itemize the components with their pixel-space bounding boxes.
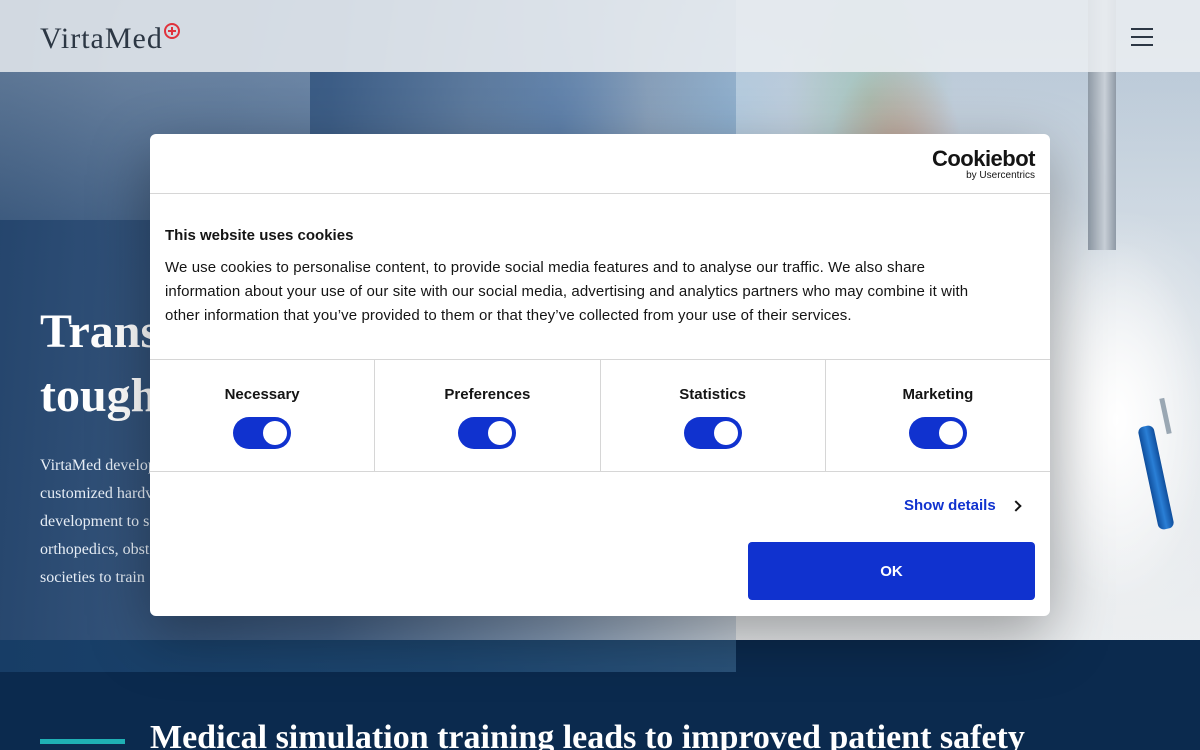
- chevron-right-icon: [1010, 499, 1022, 512]
- show-details-link[interactable]: Show details: [904, 497, 1022, 514]
- cookiebot-logo[interactable]: Cookiebot by Usercentrics: [931, 146, 1036, 182]
- dialog-header: Cookiebot by Usercentrics: [150, 134, 1050, 194]
- logo-word-med: Med: [104, 22, 163, 55]
- category-preferences: Preferences: [375, 360, 601, 471]
- virtamed-logo[interactable]: VirtaMed: [40, 22, 180, 56]
- section-title: Medical simulation training leads to imp…: [150, 719, 1025, 750]
- category-marketing: Marketing: [826, 360, 1050, 471]
- marketing-toggle[interactable]: [908, 417, 967, 449]
- cookie-consent-dialog: Cookiebot by Usercentrics This website u…: [150, 134, 1050, 616]
- menu-bar: [1131, 36, 1153, 38]
- dialog-body: We use cookies to personalise content, t…: [165, 256, 1035, 328]
- dialog-body-line: other information that you’ve provided t…: [165, 307, 852, 324]
- dialog-body-line: We use cookies to personalise content, t…: [165, 259, 926, 276]
- category-label: Marketing: [902, 386, 974, 403]
- toggle-knob: [938, 421, 963, 445]
- site-header: VirtaMed: [0, 0, 1200, 72]
- menu-bar: [1131, 28, 1153, 30]
- category-label: Preferences: [444, 386, 531, 403]
- cookiebot-subtitle: by Usercentrics: [966, 170, 1035, 181]
- cookiebot-name: Cookiebot: [931, 146, 1036, 171]
- toggle-knob: [263, 421, 288, 445]
- logo-wordmark: VirtaMed: [40, 22, 163, 56]
- preferences-toggle[interactable]: [458, 417, 517, 449]
- necessary-toggle[interactable]: [233, 417, 292, 449]
- toggle-knob: [488, 421, 513, 445]
- category-statistics: Statistics: [601, 360, 826, 471]
- toggle-knob: [713, 421, 738, 445]
- hamburger-menu-icon[interactable]: [1131, 28, 1157, 50]
- ok-button[interactable]: OK: [748, 542, 1035, 600]
- menu-bar: [1131, 44, 1153, 46]
- cookie-categories: Necessary Preferences Statistics Marketi…: [150, 359, 1050, 472]
- logo-word-virta: Virta: [40, 22, 105, 55]
- show-details-label: Show details: [904, 497, 996, 514]
- section-accent-line: [40, 739, 125, 744]
- hero-card-bottom: [0, 640, 736, 672]
- category-label: Necessary: [224, 386, 300, 403]
- swiss-cross-icon: [163, 23, 180, 39]
- category-necessary: Necessary: [150, 360, 376, 471]
- category-label: Statistics: [679, 386, 746, 403]
- dialog-body-line: information about your use of our site w…: [165, 283, 969, 300]
- dialog-title: This website uses cookies: [165, 227, 354, 244]
- statistics-toggle[interactable]: [683, 417, 742, 449]
